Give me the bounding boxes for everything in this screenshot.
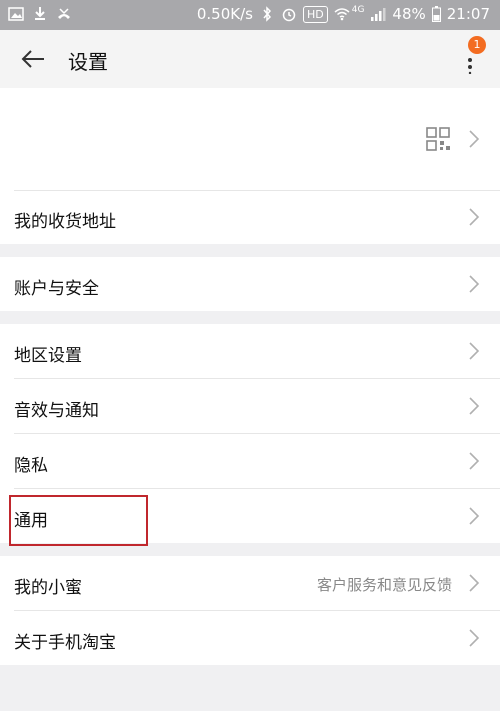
my-assistant-row[interactable]: 我的小蜜 客户服务和意见反馈 xyxy=(0,556,500,610)
about-taobao-label: 关于手机淘宝 xyxy=(14,633,116,653)
wifi-icon xyxy=(334,8,350,21)
my-assistant-value: 客户服务和意见反馈 xyxy=(316,576,452,594)
app-header: 设置 1 xyxy=(0,30,500,89)
shipping-address-label: 我的收货地址 xyxy=(14,212,116,232)
chevron-right-icon xyxy=(469,397,480,415)
my-assistant-label: 我的小蜜 xyxy=(14,578,82,598)
notification-badge: 1 xyxy=(468,36,486,54)
highlight-box xyxy=(9,495,148,546)
about-taobao-row[interactable]: 关于手机淘宝 xyxy=(0,611,500,665)
missed-call-icon xyxy=(58,8,70,19)
chevron-right-icon xyxy=(469,208,480,226)
qr-code-icon[interactable] xyxy=(426,127,452,151)
battery-icon xyxy=(431,6,441,22)
signal-icon xyxy=(371,8,386,21)
hd-badge: HD xyxy=(302,5,328,23)
alarm-icon xyxy=(282,8,296,22)
region-settings-row[interactable]: 地区设置 xyxy=(0,324,500,378)
account-section: 账户与安全 xyxy=(0,257,500,311)
sound-notification-row[interactable]: 音效与通知 xyxy=(0,379,500,433)
shipping-address-row[interactable]: 我的收货地址 xyxy=(0,191,500,244)
clock: 21:07 xyxy=(446,5,490,23)
sound-notification-label: 音效与通知 xyxy=(14,401,99,421)
network-speed: 0.50K/s xyxy=(196,5,253,23)
chevron-right-icon xyxy=(469,130,480,148)
chevron-right-icon xyxy=(469,342,480,360)
bluetooth-icon xyxy=(263,6,271,22)
network-type: 4G xyxy=(351,5,365,15)
battery-level: 48% xyxy=(392,5,426,23)
download-notification-icon xyxy=(35,7,45,20)
chevron-right-icon xyxy=(469,275,480,293)
image-notification-icon xyxy=(8,7,24,21)
chevron-right-icon xyxy=(469,574,480,592)
back-arrow-icon[interactable] xyxy=(20,46,46,72)
region-settings-label: 地区设置 xyxy=(14,346,82,366)
status-bar: 0.50K/s HD 4G 48% 21:07 xyxy=(0,0,500,30)
page-title: 设置 xyxy=(68,50,108,74)
chevron-right-icon xyxy=(469,629,480,647)
account-security-label: 账户与安全 xyxy=(14,279,99,299)
profile-section: 我的收货地址 xyxy=(0,88,500,244)
chevron-right-icon xyxy=(469,507,480,525)
privacy-label: 隐私 xyxy=(14,456,48,476)
profile-row[interactable] xyxy=(0,88,500,190)
chevron-right-icon xyxy=(469,452,480,470)
help-section: 我的小蜜 客户服务和意见反馈 关于手机淘宝 xyxy=(0,556,500,665)
account-security-row[interactable]: 账户与安全 xyxy=(0,257,500,311)
privacy-row[interactable]: 隐私 xyxy=(0,434,500,488)
